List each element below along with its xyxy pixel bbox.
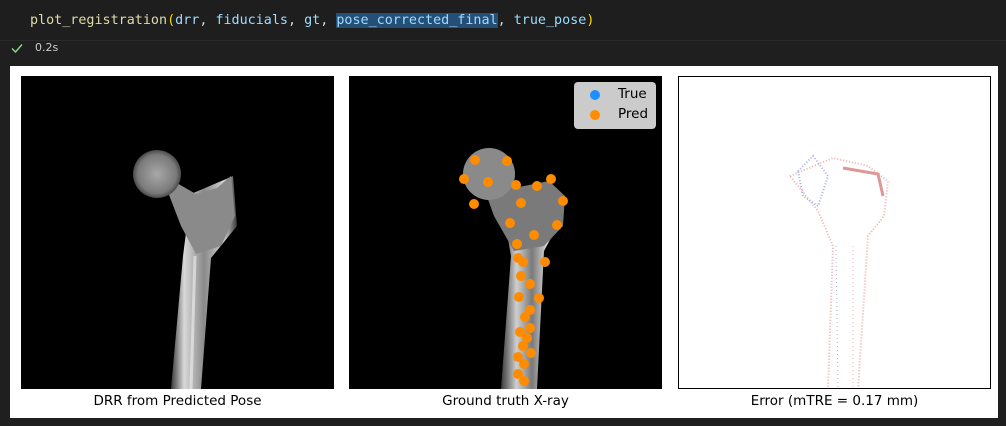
pred-fiducial-marker xyxy=(532,181,542,191)
pred-fiducial-marker xyxy=(459,174,469,184)
pred-fiducial-marker xyxy=(469,199,479,209)
pred-fiducial-marker xyxy=(552,220,562,230)
pred-fiducial-marker xyxy=(483,177,493,187)
pred-fiducial-marker xyxy=(518,341,528,351)
drr-caption: DRR from Predicted Pose xyxy=(93,393,262,409)
function-name: plot_registration xyxy=(30,13,168,28)
pred-fiducial-marker xyxy=(511,180,521,190)
output-figure: DRR from Predicted Pose True Pred Ground… xyxy=(10,66,998,418)
arg-fiducials: fiducials xyxy=(215,13,288,28)
pred-fiducial-marker xyxy=(512,239,522,249)
legend: True Pred xyxy=(574,82,656,129)
legend-item-true: True xyxy=(574,85,656,105)
arg-true-pose: true_pose xyxy=(513,13,587,28)
pred-fiducial-marker xyxy=(519,376,529,386)
code-line[interactable]: plot_registration(drr, fiducials, gt, po… xyxy=(30,13,594,28)
code-editor[interactable]: plot_registration(drr, fiducials, gt, po… xyxy=(0,0,1006,41)
pred-fiducial-marker xyxy=(529,230,539,240)
pred-fiducial-marker xyxy=(558,196,568,206)
legend-item-pred: Pred xyxy=(574,105,656,125)
pred-fiducial-marker xyxy=(546,174,556,184)
pred-fiducial-marker xyxy=(526,348,536,358)
arg-pose-corrected-final: pose_corrected_final xyxy=(336,13,498,28)
pred-fiducial-marker xyxy=(534,293,544,303)
drr-image xyxy=(21,76,334,389)
separator: , xyxy=(320,13,337,28)
ground-truth-caption: Ground truth X-ray xyxy=(442,393,569,409)
execution-status: 0.2s xyxy=(0,38,120,58)
pred-fiducial-marker xyxy=(540,257,550,267)
pred-fiducial-marker xyxy=(505,218,515,228)
pred-fiducial-marker xyxy=(519,359,529,369)
pred-fiducial-marker xyxy=(520,312,530,322)
pred-fiducial-marker xyxy=(516,271,526,281)
ground-truth-panel: True Pred xyxy=(349,76,662,389)
open-paren: ( xyxy=(167,13,176,28)
execution-time: 0.2s xyxy=(35,41,59,54)
arg-drr: drr xyxy=(175,13,200,28)
separator: , xyxy=(199,13,216,28)
pred-fiducial-marker xyxy=(518,257,528,267)
pred-fiducial-marker xyxy=(516,198,526,208)
error-panel xyxy=(678,76,991,389)
legend-label-true: True xyxy=(618,86,647,102)
arg-gt: gt xyxy=(304,13,321,28)
separator: , xyxy=(497,13,514,28)
pred-fiducial-marker xyxy=(470,155,480,165)
notebook-cell: plot_registration(drr, fiducials, gt, po… xyxy=(0,0,1006,426)
error-image xyxy=(678,76,991,389)
error-caption: Error (mTRE = 0.17 mm) xyxy=(750,393,919,409)
close-paren: ) xyxy=(586,13,595,28)
pred-marker-icon xyxy=(590,110,600,120)
drr-panel xyxy=(21,76,334,389)
true-marker-icon xyxy=(590,90,600,100)
separator: , xyxy=(288,13,305,28)
checkmark-icon xyxy=(11,44,23,54)
pred-fiducial-marker xyxy=(525,279,535,289)
pred-fiducial-marker xyxy=(502,156,512,166)
pred-fiducial-marker xyxy=(514,292,524,302)
pred-fiducial-marker xyxy=(525,323,535,333)
legend-label-pred: Pred xyxy=(618,106,649,122)
